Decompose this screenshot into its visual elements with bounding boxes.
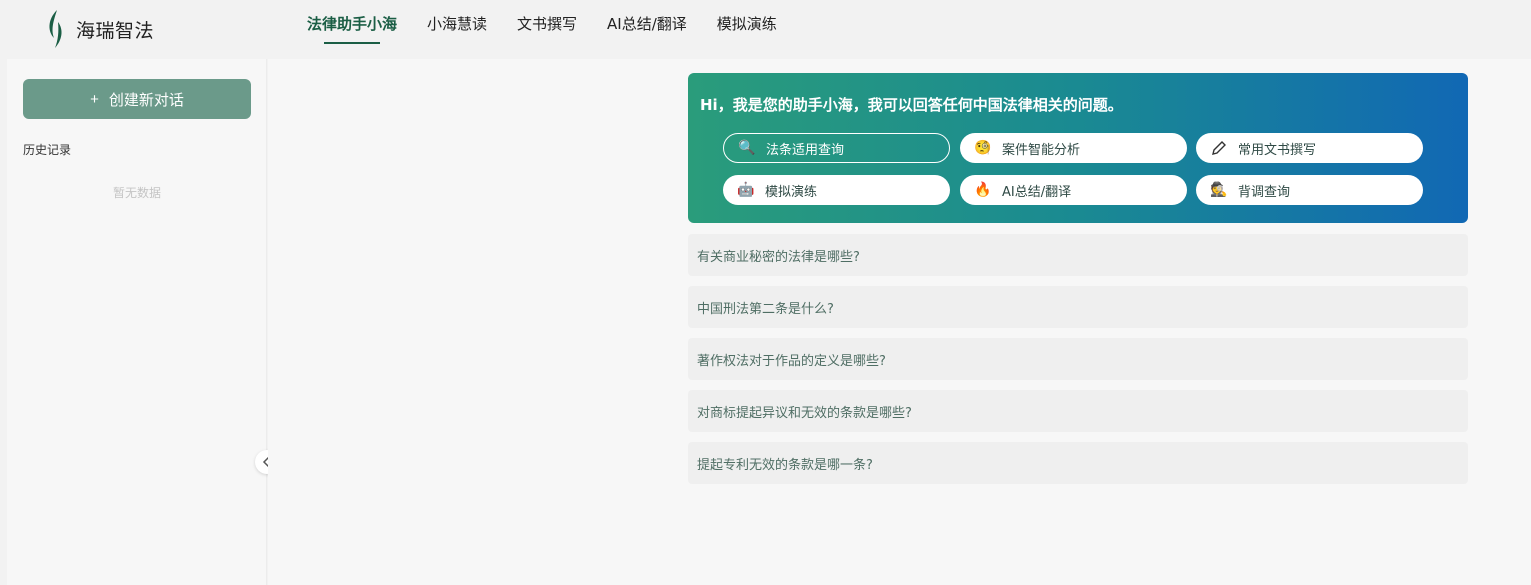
new-chat-button[interactable]: + 创建新对话 [23, 79, 251, 119]
suggested-question[interactable]: 著作权法对于作品的定义是哪些? [688, 338, 1468, 380]
fire-icon: 🔥 [974, 182, 992, 198]
chip-label: 模拟演练 [765, 184, 818, 200]
suggested-question[interactable]: 提起专利无效的条款是哪一条? [688, 442, 1468, 484]
plus-icon: + [90, 90, 99, 108]
chip-law-query[interactable]: 🔍 法条适用查询 [723, 133, 950, 163]
thinking-face-icon: 🧐 [974, 140, 992, 156]
brand[interactable]: 海瑞智法 [44, 8, 154, 50]
robot-icon: 🤖 [737, 182, 755, 198]
welcome-text: Hi，我是您的助手小海，我可以回答任何中国法律相关的问题。 [700, 96, 1123, 114]
logo-icon [49, 10, 62, 48]
nav-tab-document-writing[interactable]: 文书撰写 [517, 0, 577, 59]
top-bar: 海瑞智法 法律助手小海 小海慧读 文书撰写 AI总结/翻译 模拟演练 [0, 0, 1531, 59]
suggested-question[interactable]: 对商标提起异议和无效的条款是哪些? [688, 390, 1468, 432]
empty-state: 暂无数据 [112, 186, 161, 200]
chip-document-writing[interactable]: 常用文书撰写 [1196, 133, 1423, 163]
chip-ai-summary[interactable]: 🔥 AI总结/翻译 [960, 175, 1187, 205]
chip-label: AI总结/翻译 [1002, 184, 1072, 200]
chip-background-check[interactable]: 🕵 背调查询 [1196, 175, 1423, 205]
nav-tab-smart-reading[interactable]: 小海慧读 [427, 0, 487, 59]
pen-icon [1210, 139, 1228, 157]
welcome-card: Hi，我是您的助手小海，我可以回答任何中国法律相关的问题。 🔍 法条适用查询 🧐… [688, 73, 1468, 223]
chip-label: 背调查询 [1238, 184, 1291, 200]
nav-tab-ai-summary[interactable]: AI总结/翻译 [607, 0, 687, 59]
suggested-question[interactable]: 中国刑法第二条是什么? [688, 286, 1468, 328]
chip-label: 案件智能分析 [1002, 142, 1081, 158]
nav-tab-legal-assistant[interactable]: 法律助手小海 [307, 0, 397, 59]
chip-simulation[interactable]: 🤖 模拟演练 [723, 175, 950, 205]
chip-case-analysis[interactable]: 🧐 案件智能分析 [960, 133, 1187, 163]
history-title: 历史记录 [23, 143, 72, 157]
search-icon: 🔍 [738, 140, 756, 156]
main-nav: 法律助手小海 小海慧读 文书撰写 AI总结/翻译 模拟演练 [307, 0, 807, 59]
brand-name: 海瑞智法 [76, 19, 155, 42]
chip-label: 法条适用查询 [766, 142, 845, 158]
nav-tab-simulation[interactable]: 模拟演练 [717, 0, 777, 59]
new-chat-label: 创建新对话 [108, 91, 184, 109]
sidebar: + 创建新对话 历史记录 暂无数据 [7, 59, 267, 585]
chip-label: 常用文书撰写 [1238, 142, 1317, 158]
detective-icon: 🕵 [1210, 182, 1228, 198]
suggested-question[interactable]: 有关商业秘密的法律是哪些? [688, 234, 1468, 276]
chat-area: Hi，我是您的助手小海，我可以回答任何中国法律相关的问题。 🔍 法条适用查询 🧐… [268, 59, 1531, 585]
